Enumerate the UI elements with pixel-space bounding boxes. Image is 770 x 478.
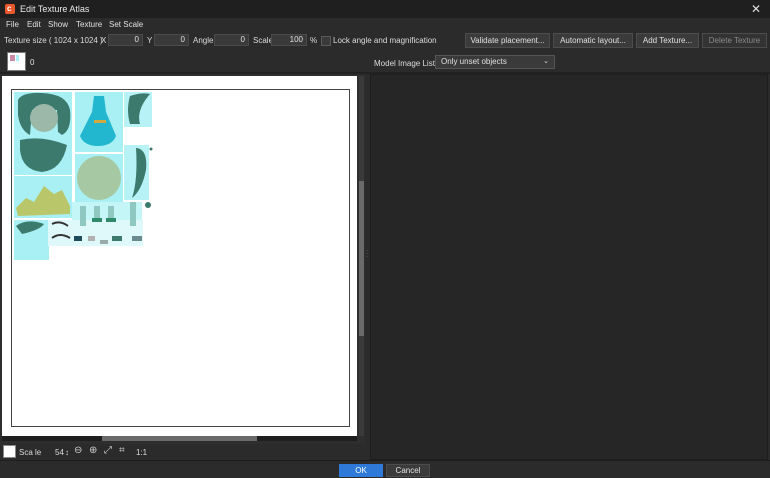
window-title: Edit Texture Atlas [20,4,90,14]
scale-unit: % [310,36,318,45]
angle-label: Angle [193,36,214,45]
dialog-footer: OK Cancel [0,460,770,478]
x-label: X [101,36,107,45]
texture-atlas-image [14,92,153,260]
texture-canvas-panel [0,74,365,444]
close-icon[interactable]: ✕ [751,2,761,16]
stepper-icon[interactable]: ↕ [65,447,69,459]
angle-input[interactable]: 0 [214,34,249,46]
zoom-out-icon[interactable]: ⊖ [74,445,82,457]
splitter-grip-icon[interactable]: · · · [366,248,368,260]
panel-splitter[interactable] [365,74,369,460]
scale-label: Scale [253,36,274,45]
texture-atlas-canvas[interactable] [11,89,350,427]
lock-label: Lock angle and magnification [333,36,437,45]
canvas-controls: Sca le 54 ↕ ⊖ ⊕ ⤢ ⌗ 1:1 [0,444,365,460]
y-input[interactable]: 0 [154,34,189,46]
menu-set-scale[interactable]: Set Scale [109,20,143,29]
chevron-down-icon: ⌄ [543,58,549,65]
fit-frame-icon[interactable]: ⌗ [119,445,125,457]
title-bar: c Edit Texture Atlas ✕ [0,0,770,18]
add-texture-button[interactable]: Add Texture... [636,33,699,48]
menu-file[interactable]: File [6,20,19,29]
toolbar: Texture size ( 1024 x 1024 ) X 0 Y 0 Ang… [0,33,770,49]
zoom-in-icon[interactable]: ⊕ [89,445,97,457]
menu-bar: File Edit Show Texture Set Scale [0,18,770,32]
zoom-value[interactable]: 54 [55,448,64,457]
menu-show[interactable]: Show [48,20,68,29]
model-image-panel [370,74,768,460]
clip-studio-icon: c [5,4,15,14]
texture-size-label: Texture size ( 1024 x 1024 ) [4,36,103,45]
model-image-list-label: Model Image List [374,59,435,68]
menu-edit[interactable]: Edit [27,20,41,29]
x-input[interactable]: 0 [108,34,143,46]
fit-to-window-icon[interactable]: ⤢ [104,445,112,457]
validate-placement-button[interactable]: Validate placement... [465,33,550,48]
menu-texture[interactable]: Texture [76,20,102,29]
texture-tab-row: 0 Model Image List Only unset objects ⌄ [0,51,770,72]
ok-button[interactable]: OK [339,464,383,477]
cancel-button[interactable]: Cancel [386,464,430,477]
scale-input[interactable]: 100 [271,34,307,46]
delete-texture-button[interactable]: Delete Texture [702,33,767,48]
horizontal-scrollbar[interactable] [2,436,357,441]
texture-index: 0 [30,58,35,67]
background-color-swatch[interactable] [3,445,16,458]
lock-checkbox[interactable] [321,36,331,46]
model-image-list-value: Only unset objects [441,57,507,66]
scale-bottom-label: Sca le [19,448,42,457]
model-image-list-select[interactable]: Only unset objects ⌄ [435,55,555,69]
texture-thumbnail[interactable] [7,52,26,71]
y-label: Y [147,36,153,45]
automatic-layout-button[interactable]: Automatic layout... [553,33,633,48]
actual-size-label[interactable]: 1:1 [136,448,147,457]
vertical-scrollbar[interactable] [359,76,364,436]
